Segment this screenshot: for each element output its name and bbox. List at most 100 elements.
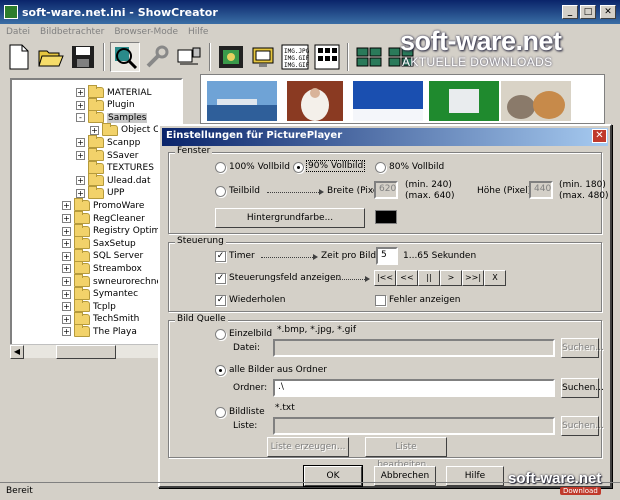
overlay-logo: soft-ware.net Download	[508, 470, 618, 496]
radio-bildliste[interactable]	[215, 407, 226, 418]
datei-field[interactable]	[273, 339, 555, 357]
expand-icon[interactable]: +	[62, 264, 71, 274]
minimize-button[interactable]: _	[562, 5, 578, 19]
expand-icon[interactable]: +	[62, 289, 71, 299]
convert-button[interactable]: IMG.JPG IMG.GIF IMG.GIF	[280, 42, 310, 72]
screen-button[interactable]	[248, 42, 278, 72]
folder-icon	[74, 274, 90, 287]
tree-item-label: The Playa	[93, 326, 137, 337]
image-convert-icon: IMG.JPGIMG.GIFIMG.GIF	[281, 44, 309, 70]
tree-item[interactable]: - Samples	[76, 110, 148, 124]
expand-icon[interactable]: +	[76, 138, 85, 148]
settings-button[interactable]	[142, 42, 172, 72]
new-button[interactable]	[4, 42, 34, 72]
close-button[interactable]: ✕	[600, 5, 616, 19]
expand-icon[interactable]: +	[62, 277, 71, 286]
hintergrundfarbe-button[interactable]: Hintergrundfarbe...	[215, 208, 365, 228]
expand-icon[interactable]: +	[90, 125, 99, 135]
menu-datei[interactable]: Datei	[6, 27, 30, 37]
pause-button[interactable]: ||	[418, 270, 440, 286]
radio-ordner[interactable]	[215, 365, 226, 376]
ordner-suchen-button[interactable]: Suchen...	[561, 378, 604, 398]
control-buttons: |<< << || > >>| X	[374, 270, 506, 286]
thumbnail-green-image[interactable]	[429, 81, 499, 121]
folder-icon	[74, 299, 90, 313]
menu-browser-mode[interactable]: Browser-Mode	[114, 27, 178, 37]
radio-100-vollbild[interactable]	[215, 162, 226, 173]
bildliste-label: Bildliste	[229, 407, 265, 417]
tree-item[interactable]: + Object Cl	[90, 122, 162, 137]
browse-button[interactable]	[110, 42, 140, 72]
play-button[interactable]: >	[440, 270, 462, 286]
menu-bildbetrachter[interactable]: Bildbetrachter	[40, 27, 104, 37]
steuerung-label: Steuerung	[175, 236, 226, 246]
expand-icon[interactable]: +	[76, 188, 85, 198]
ordner-field[interactable]: .\	[273, 379, 555, 397]
expand-icon[interactable]: +	[62, 226, 71, 236]
folder-icon	[102, 122, 118, 136]
expand-icon[interactable]: +	[62, 302, 71, 312]
expand-icon[interactable]: +	[62, 201, 71, 211]
scroll-left-arrow-icon[interactable]: ◀	[10, 345, 24, 359]
thumbnail-sky-image[interactable]	[353, 81, 423, 121]
timer-checkbox[interactable]: ✓	[215, 251, 226, 262]
expand-icon[interactable]: +	[62, 327, 71, 337]
scroll-thumb[interactable]	[56, 345, 116, 359]
slideshow-button[interactable]	[216, 42, 246, 72]
background-color-swatch[interactable]	[375, 210, 397, 224]
breite-min: (min. 240)	[405, 180, 452, 190]
tree-item[interactable]: + Plugin	[76, 97, 135, 112]
datei-suchen-button[interactable]: Suchen...	[561, 338, 604, 358]
index-button[interactable]	[312, 42, 342, 72]
expand-icon[interactable]: +	[76, 151, 85, 160]
last-button[interactable]: >>|	[462, 270, 484, 286]
save-button[interactable]	[68, 42, 98, 72]
liste-bearbeiten-button[interactable]: Liste bearbeiten...	[365, 437, 447, 470]
fehler-checkbox[interactable]	[375, 295, 386, 306]
player-settings-button[interactable]	[174, 42, 204, 72]
thumbnail-kittens-image[interactable]	[501, 81, 571, 121]
hoehe-field[interactable]: 440	[529, 181, 553, 199]
wiederholen-checkbox[interactable]: ✓	[215, 295, 226, 306]
tree-item[interactable]: + Tcplp	[62, 299, 116, 313]
folder-icon	[88, 160, 104, 174]
tree-item[interactable]: + SSaver	[76, 148, 139, 162]
connector-arrow-icon	[319, 189, 324, 195]
liste-field[interactable]	[273, 417, 555, 435]
thumbnail-harbor-image[interactable]	[207, 81, 277, 121]
collapse-icon[interactable]: -	[76, 113, 85, 123]
radio-teilbild[interactable]	[215, 186, 226, 197]
tree-item[interactable]: + Scanpp	[76, 135, 140, 149]
open-button[interactable]	[36, 42, 66, 72]
thumbnail-strip	[200, 74, 605, 124]
tree-item[interactable]: + The Playa	[62, 324, 137, 338]
radio-90-vollbild[interactable]	[293, 162, 304, 173]
maximize-button[interactable]: □	[580, 5, 596, 19]
zeit-field[interactable]: 5	[376, 247, 398, 265]
hoehe-label: Höhe (Pixel)	[477, 186, 532, 196]
thumbnail-bride-image[interactable]	[287, 81, 343, 121]
expand-icon[interactable]: +	[76, 176, 85, 186]
bild-quelle-label: Bild Quelle	[175, 314, 228, 324]
menu-hilfe[interactable]: Hilfe	[188, 27, 208, 37]
thumbnails-button[interactable]	[354, 42, 384, 72]
expand-icon[interactable]: +	[62, 214, 71, 223]
dialog-close-icon[interactable]: ✕	[592, 129, 607, 143]
expand-icon[interactable]: +	[76, 88, 85, 97]
liste-suchen-button[interactable]: Suchen...	[561, 416, 604, 436]
stop-button[interactable]: X	[484, 270, 506, 286]
breite-field[interactable]: 620	[374, 181, 398, 199]
fenster-group: Fenster 100% Vollbild 90% Vollbild 80% V…	[168, 146, 609, 234]
steuerungsfeld-checkbox[interactable]: ✓	[215, 273, 226, 284]
expand-icon[interactable]: +	[62, 239, 71, 249]
previous-button[interactable]: <<	[396, 270, 418, 286]
radio-einzelbild[interactable]	[215, 329, 226, 340]
radio-80-vollbild[interactable]	[375, 162, 386, 173]
expand-icon[interactable]: +	[62, 314, 71, 324]
liste-label: Liste:	[233, 421, 258, 431]
expand-icon[interactable]: +	[76, 100, 85, 110]
liste-erzeugen-button[interactable]: Liste erzeugen...	[267, 437, 349, 457]
tree-item[interactable]: + UPP	[76, 185, 124, 200]
expand-icon[interactable]: +	[62, 251, 71, 261]
first-button[interactable]: |<<	[374, 270, 396, 286]
